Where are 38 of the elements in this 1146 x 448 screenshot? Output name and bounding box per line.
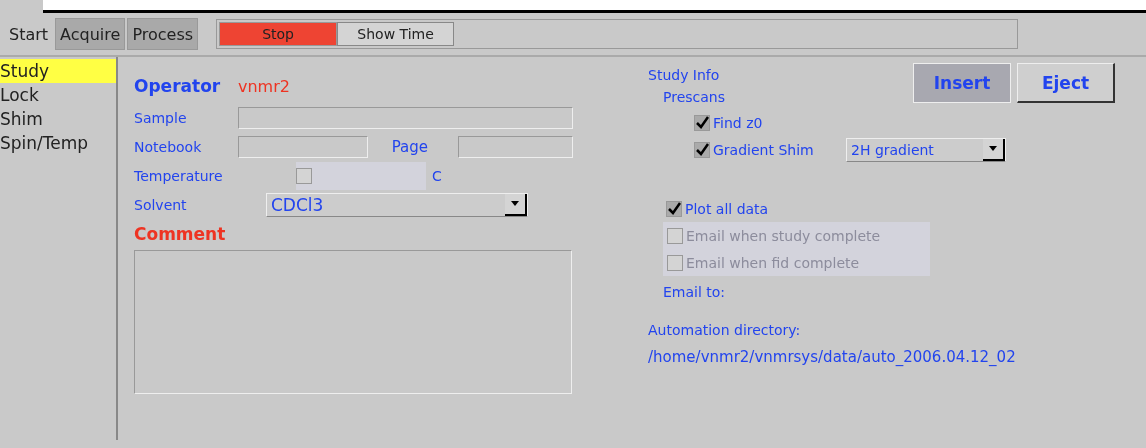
tab[interactable]: Acquire <box>55 18 126 50</box>
sidebar-item[interactable]: Study <box>0 59 116 83</box>
checkbox[interactable] <box>694 141 710 158</box>
notebook-field[interactable] <box>238 135 368 158</box>
page-field[interactable] <box>458 135 573 158</box>
checkbox-label: Email when fid complete <box>686 254 860 271</box>
field-label: Solvent <box>134 196 188 213</box>
operator-value: vnmr2 <box>238 76 290 96</box>
section-label: Prescans <box>663 89 725 105</box>
directory-path: /home/vnmr2/vnmrsys/data/auto_2006.04.12_02 <box>648 348 1017 366</box>
comment-label: Comment <box>134 223 226 244</box>
solvent-dropdown[interactable]: CDCl3 <box>266 192 528 217</box>
stop-button[interactable]: Stop <box>219 22 338 46</box>
sample-field[interactable] <box>238 106 573 129</box>
comment-field[interactable] <box>134 250 572 394</box>
checkbox[interactable] <box>666 200 682 217</box>
checkbox-label: Plot all data <box>685 200 769 217</box>
checkbox-label: Gradient Shim <box>713 141 815 158</box>
field-label: Temperature <box>134 167 224 184</box>
tab[interactable]: Process <box>127 18 199 50</box>
checkbox-label: Find z0 <box>713 114 763 131</box>
show-time-button[interactable]: Show Time <box>337 22 455 46</box>
field-label: Page <box>390 137 428 156</box>
eject-button[interactable]: Eject <box>1017 63 1115 103</box>
unit-label: C <box>432 167 442 184</box>
field-label: Email to: <box>663 284 727 300</box>
gradient-dropdown[interactable]: 2H gradient <box>846 137 1006 162</box>
field-label: Automation directory: <box>648 322 802 338</box>
section-title: Study Info <box>648 67 720 83</box>
sidebar-item[interactable]: Shim <box>0 107 116 131</box>
checkbox[interactable] <box>296 167 312 184</box>
checkbox-label: Email when study complete <box>686 227 881 244</box>
sidebar-item[interactable]: Lock <box>0 83 116 107</box>
sidebar-item[interactable]: Spin/Temp <box>0 131 116 155</box>
field-label: Operator <box>134 76 222 96</box>
field-label: Sample <box>134 109 188 126</box>
checkbox[interactable] <box>694 114 710 131</box>
field-label: Notebook <box>134 138 203 155</box>
